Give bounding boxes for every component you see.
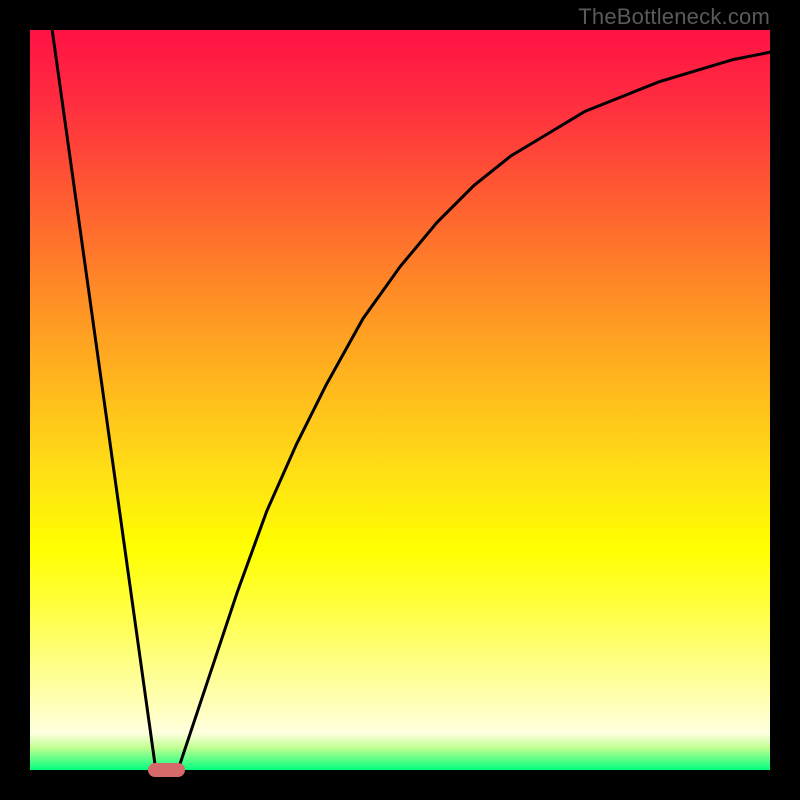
right-rising-curve [178,52,770,770]
vertex-marker [148,763,185,777]
plot-area [30,30,770,770]
chart-curves [30,30,770,770]
watermark-text: TheBottleneck.com [578,4,770,30]
chart-frame: TheBottleneck.com [0,0,800,800]
left-descending-line [52,30,156,770]
